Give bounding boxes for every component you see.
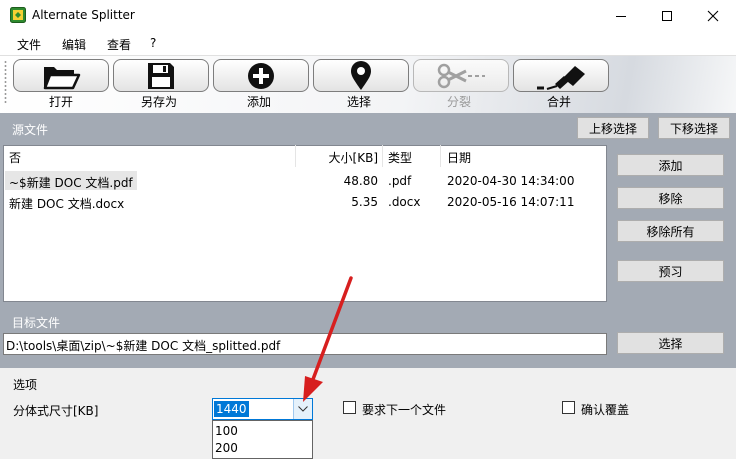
merge-button[interactable] xyxy=(513,59,609,92)
column-header-type[interactable]: 类型 xyxy=(388,149,412,166)
column-divider[interactable] xyxy=(382,145,383,167)
add-file-button[interactable]: 添加 xyxy=(617,154,724,176)
split-button[interactable] xyxy=(413,59,509,92)
part-size-label: 分体式尺寸[KB] xyxy=(13,404,99,418)
source-files-label: 源文件 xyxy=(12,123,49,137)
column-divider[interactable] xyxy=(440,145,441,167)
app-icon xyxy=(10,7,26,23)
window-title: Alternate Splitter xyxy=(32,8,135,22)
save-as-button[interactable] xyxy=(113,59,209,92)
table-row-name[interactable]: 新建 DOC 文档.docx xyxy=(9,195,124,212)
add-label: 添加 xyxy=(246,95,271,109)
select-button[interactable] xyxy=(313,59,409,92)
options-label: 选项 xyxy=(13,378,38,392)
table-row-size: 48.80 xyxy=(343,174,378,188)
require-next-file-label: 要求下一个文件 xyxy=(362,403,447,417)
target-file-label: 目标文件 xyxy=(12,316,61,330)
menu-file[interactable]: 文件 xyxy=(15,36,43,53)
remove-all-button[interactable]: 移除所有 xyxy=(617,220,724,242)
toolbar-grip[interactable] xyxy=(4,60,7,104)
confirm-overwrite-label: 确认覆盖 xyxy=(581,403,630,417)
open-button[interactable] xyxy=(13,59,109,92)
menu-help[interactable]: ? xyxy=(148,36,158,50)
table-row-date: 2020-05-16 14:07:11 xyxy=(447,195,575,209)
open-label: 打开 xyxy=(48,95,73,109)
close-button[interactable] xyxy=(690,0,736,31)
plus-circle-icon xyxy=(248,62,274,89)
move-down-button[interactable]: 下移选择 xyxy=(658,117,730,139)
table-row-type: .docx xyxy=(388,195,421,209)
browse-target-button[interactable]: 选择 xyxy=(617,332,724,354)
dropdown-option[interactable]: 100 xyxy=(215,424,238,438)
map-pin-icon xyxy=(351,60,371,90)
glue-bottle-icon xyxy=(537,65,585,90)
column-header-date[interactable]: 日期 xyxy=(447,149,471,166)
minimize-button[interactable] xyxy=(598,0,644,31)
maximize-button[interactable] xyxy=(644,0,690,31)
column-header-name[interactable]: 否 xyxy=(9,149,21,166)
table-row-date: 2020-04-30 14:34:00 xyxy=(447,174,575,188)
split-label: 分裂 xyxy=(446,95,471,109)
column-header-size[interactable]: 大小[KB] xyxy=(295,149,378,166)
menu-view[interactable]: 查看 xyxy=(105,36,133,53)
menu-edit[interactable]: 编辑 xyxy=(60,36,88,53)
minimize-icon xyxy=(616,15,626,17)
table-row-size: 5.35 xyxy=(351,195,378,209)
save-as-label: 另存为 xyxy=(140,95,177,109)
annotation-arrow xyxy=(303,276,353,402)
merge-label: 合并 xyxy=(546,95,571,109)
select-label: 选择 xyxy=(346,95,371,109)
move-up-button[interactable]: 上移选择 xyxy=(577,117,649,139)
dropdown-option[interactable]: 200 xyxy=(215,441,238,455)
remove-file-button[interactable]: 移除 xyxy=(617,187,724,209)
close-icon xyxy=(707,10,719,21)
table-row-type: .pdf xyxy=(388,174,412,188)
preview-button[interactable]: 预习 xyxy=(617,260,724,282)
table-row-name[interactable]: ~$新建 DOC 文档.pdf xyxy=(9,174,133,191)
maximize-icon xyxy=(662,10,672,21)
scissors-icon xyxy=(437,63,485,88)
folder-open-icon xyxy=(43,66,81,89)
add-button[interactable] xyxy=(213,59,309,92)
floppy-disk-icon xyxy=(148,62,174,89)
part-size-value[interactable]: 1440 xyxy=(214,401,249,417)
confirm-overwrite-checkbox[interactable] xyxy=(562,401,575,414)
